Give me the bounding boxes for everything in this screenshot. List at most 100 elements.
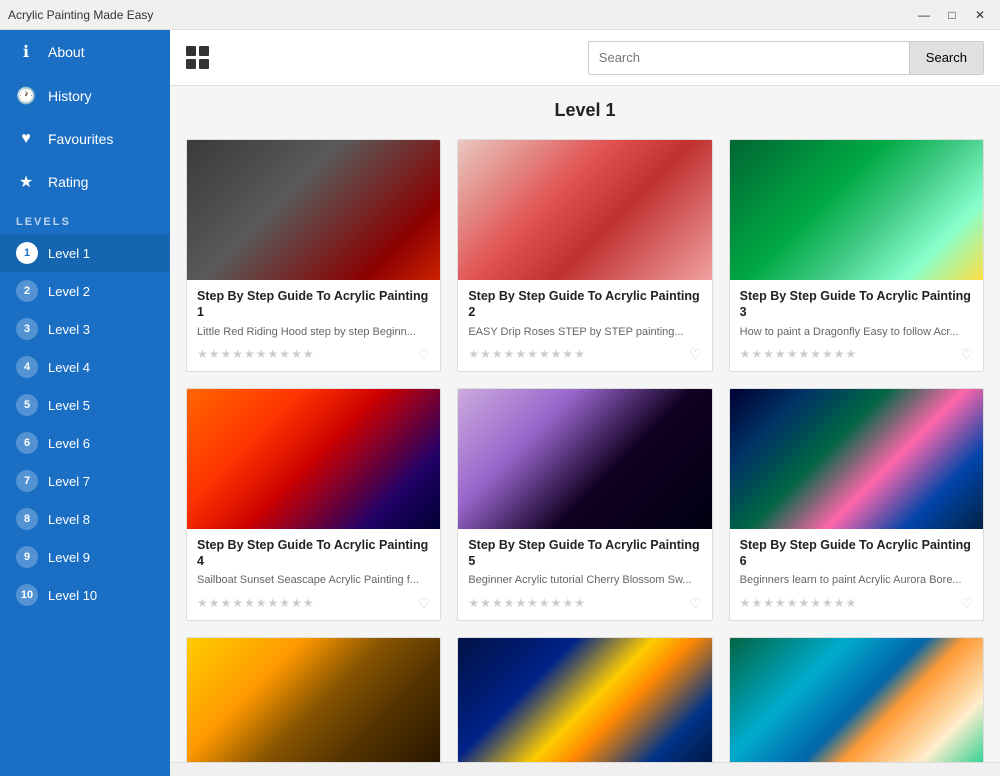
close-button[interactable]: ✕ (968, 5, 992, 25)
logo-sq-3 (186, 59, 196, 69)
search-button[interactable]: Search (909, 42, 983, 74)
card-desc-2: EASY Drip Roses STEP by STEP painting... (468, 325, 701, 340)
level-badge-1: 1 (16, 242, 38, 264)
card-footer-5: ★★★★★★★★★★ ♡ (468, 595, 701, 612)
search-input[interactable] (589, 42, 909, 74)
card-stars-4: ★★★★★★★★★★ (197, 596, 315, 610)
level-badge-4: 4 (16, 356, 38, 378)
card-image-9 (730, 638, 983, 762)
level-label-7: Level 7 (48, 474, 90, 489)
card-desc-5: Beginner Acrylic tutorial Cherry Blossom… (468, 573, 701, 588)
sidebar-item-history[interactable]: 🕐 History (0, 74, 170, 118)
sidebar-level-5[interactable]: 5 Level 5 (0, 386, 170, 424)
card-5[interactable]: Step By Step Guide To Acrylic Painting 5… (457, 388, 712, 621)
bottom-scrollbar[interactable] (170, 762, 1000, 776)
sidebar-level-8[interactable]: 8 Level 8 (0, 500, 170, 538)
card-title-1: Step By Step Guide To Acrylic Painting 1 (197, 288, 430, 321)
card-body-5: Step By Step Guide To Acrylic Painting 5… (458, 529, 711, 620)
card-footer-4: ★★★★★★★★★★ ♡ (197, 595, 430, 612)
sidebar-level-10[interactable]: 10 Level 10 (0, 576, 170, 614)
card-title-4: Step By Step Guide To Acrylic Painting 4 (197, 537, 430, 570)
card-2[interactable]: Step By Step Guide To Acrylic Painting 2… (457, 139, 712, 372)
maximize-button[interactable]: □ (940, 5, 964, 25)
card-title-5: Step By Step Guide To Acrylic Painting 5 (468, 537, 701, 570)
card-image-2 (458, 140, 711, 280)
app-logo (186, 46, 210, 70)
sidebar-item-rating[interactable]: ★ Rating (0, 160, 170, 204)
card-body-2: Step By Step Guide To Acrylic Painting 2… (458, 280, 711, 371)
titlebar: Acrylic Painting Made Easy — □ ✕ (0, 0, 1000, 30)
card-9[interactable]: Step By Step Guide To Acrylic Painting 9… (729, 637, 984, 762)
level-badge-8: 8 (16, 508, 38, 530)
card-6[interactable]: Step By Step Guide To Acrylic Painting 6… (729, 388, 984, 621)
level-badge-5: 5 (16, 394, 38, 416)
card-heart-6[interactable]: ♡ (960, 595, 973, 612)
card-footer-3: ★★★★★★★★★★♡ (740, 346, 973, 363)
sidebar-label-about: About (48, 44, 85, 60)
sidebar-level-9[interactable]: 9 Level 9 (0, 538, 170, 576)
card-image-5 (458, 389, 711, 529)
sidebar-level-1[interactable]: 1 Level 1 (0, 234, 170, 272)
logo-sq-1 (186, 46, 196, 56)
card-body-1: Step By Step Guide To Acrylic Painting 1… (187, 280, 440, 371)
card-stars-5: ★★★★★★★★★★ (468, 596, 586, 610)
level-label-2: Level 2 (48, 284, 90, 299)
sidebar-level-7[interactable]: 7 Level 7 (0, 462, 170, 500)
sidebar: ℹ About 🕐 History ♥ Favourites ★ Rating … (0, 30, 170, 776)
sidebar-item-about[interactable]: ℹ About (0, 30, 170, 74)
level-badge-6: 6 (16, 432, 38, 454)
card-heart-3[interactable]: ♡ (960, 346, 973, 363)
sidebar-level-3[interactable]: 3 Level 3 (0, 310, 170, 348)
main-content: Search Level 1 Step By Step Guide To Acr… (170, 30, 1000, 776)
card-image-6 (730, 389, 983, 529)
level-label-1: Level 1 (48, 246, 90, 261)
card-image-1 (187, 140, 440, 280)
card-4[interactable]: Step By Step Guide To Acrylic Painting 4… (186, 388, 441, 621)
content-grid: Step By Step Guide To Acrylic Painting 1… (186, 139, 984, 762)
sidebar-item-favourites[interactable]: ♥ Favourites (0, 118, 170, 160)
card-heart-5[interactable]: ♡ (689, 595, 702, 612)
content-grid-wrapper[interactable]: Step By Step Guide To Acrylic Painting 1… (170, 131, 1000, 762)
level-label-3: Level 3 (48, 322, 90, 337)
sidebar-level-6[interactable]: 6 Level 6 (0, 424, 170, 462)
level-badge-10: 10 (16, 584, 38, 606)
sidebar-label-favourites: Favourites (48, 131, 113, 147)
card-desc-1: Little Red Riding Hood step by step Begi… (197, 325, 430, 340)
card-7[interactable]: Step By Step Guide To Acrylic Painting 7… (186, 637, 441, 762)
card-image-4 (187, 389, 440, 529)
card-desc-6: Beginners learn to paint Acrylic Aurora … (740, 573, 973, 588)
level-label-5: Level 5 (48, 398, 90, 413)
sidebar-level-4[interactable]: 4 Level 4 (0, 348, 170, 386)
card-8[interactable]: Step By Step Guide To Acrylic Painting 8… (457, 637, 712, 762)
search-bar: Search (588, 41, 984, 75)
sidebar-label-rating: Rating (48, 174, 88, 190)
level-label-8: Level 8 (48, 512, 90, 527)
window-title: Acrylic Painting Made Easy (8, 8, 153, 22)
star-nav-icon: ★ (16, 172, 36, 192)
card-stars-1: ★★★★★★★★★★ (197, 347, 315, 361)
sidebar-label-history: History (48, 88, 92, 104)
level-label-4: Level 4 (48, 360, 90, 375)
heart-nav-icon: ♥ (16, 130, 36, 148)
sidebar-level-2[interactable]: 2 Level 2 (0, 272, 170, 310)
card-stars-2: ★★★★★★★★★★ (468, 347, 586, 361)
card-body-3: Step By Step Guide To Acrylic Painting 3… (730, 280, 983, 371)
toolbar: Search (170, 30, 1000, 86)
info-icon: ℹ (16, 42, 36, 62)
card-desc-3: How to paint a Dragonfly Easy to follow … (740, 325, 973, 340)
card-title-3: Step By Step Guide To Acrylic Painting 3 (740, 288, 973, 321)
card-3[interactable]: Step By Step Guide To Acrylic Painting 3… (729, 139, 984, 372)
level-badge-9: 9 (16, 546, 38, 568)
minimize-button[interactable]: — (912, 5, 936, 25)
card-1[interactable]: Step By Step Guide To Acrylic Painting 1… (186, 139, 441, 372)
card-heart-4[interactable]: ♡ (418, 595, 431, 612)
card-body-6: Step By Step Guide To Acrylic Painting 6… (730, 529, 983, 620)
card-heart-2[interactable]: ♡ (689, 346, 702, 363)
level-badge-3: 3 (16, 318, 38, 340)
card-heart-1[interactable]: ♡ (418, 346, 431, 363)
card-image-7 (187, 638, 440, 762)
app-body: ℹ About 🕐 History ♥ Favourites ★ Rating … (0, 30, 1000, 776)
card-image-8 (458, 638, 711, 762)
card-image-3 (730, 140, 983, 280)
logo-sq-4 (199, 59, 209, 69)
